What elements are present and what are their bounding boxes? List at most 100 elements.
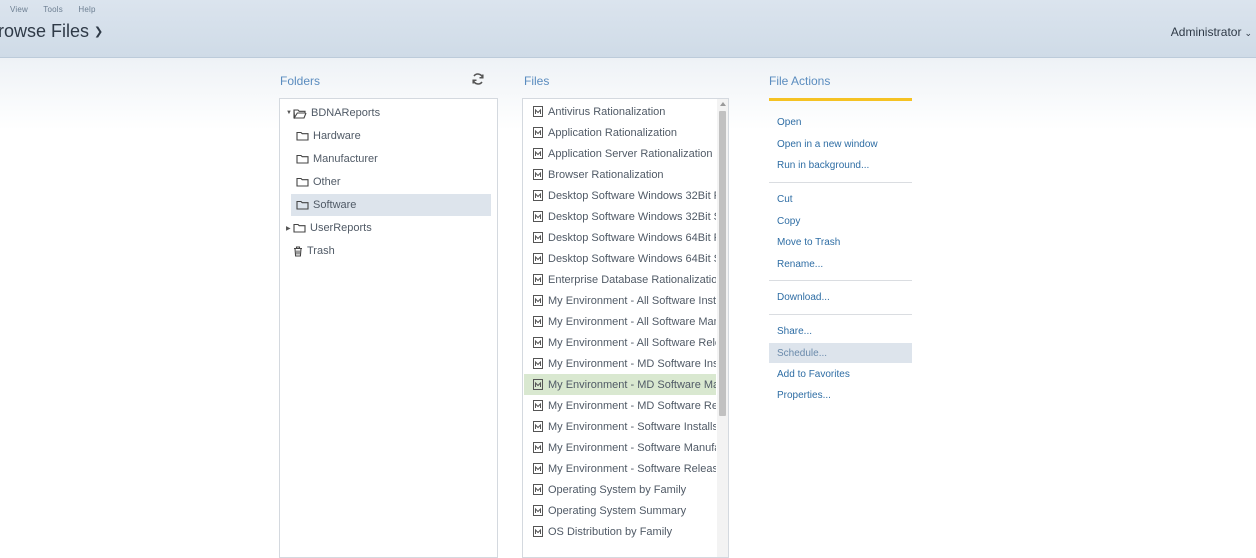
file-item[interactable]: Application Server Rationalization <box>524 143 716 164</box>
caret-right-icon[interactable]: ▶ <box>286 225 293 232</box>
divider <box>769 280 912 281</box>
page-title[interactable]: rowse Files ❯ <box>0 21 103 42</box>
file-item[interactable]: Desktop Software Windows 32Bit R <box>524 185 716 206</box>
chevron-down-icon: ❯ <box>94 26 104 38</box>
folder-open-icon <box>293 108 307 119</box>
menu-help[interactable]: Help <box>78 5 95 14</box>
file-item[interactable]: My Environment - All Software Relea <box>524 332 716 353</box>
file-actions-underline <box>769 98 912 101</box>
divider <box>769 182 912 183</box>
report-file-icon <box>533 211 543 222</box>
file-item[interactable]: Desktop Software Windows 32Bit St <box>524 206 716 227</box>
tree-item-software[interactable]: Software <box>291 194 491 216</box>
file-name: Desktop Software Windows 64Bit R <box>548 231 716 244</box>
trash-icon <box>294 245 302 257</box>
file-item[interactable]: My Environment - All Software Insta <box>524 290 716 311</box>
file-name: Operating System Summary <box>548 504 687 517</box>
action-share[interactable]: Share... <box>769 321 912 341</box>
action-open[interactable]: Open <box>769 112 912 132</box>
folder-icon <box>296 131 309 141</box>
action-open-new-window[interactable]: Open in a new window <box>769 134 912 154</box>
folder-icon <box>296 177 309 187</box>
chevron-down-icon: ⌄ <box>1244 28 1252 38</box>
user-name: Administrator <box>1170 25 1242 39</box>
file-item[interactable]: OS Distribution by Family <box>524 521 716 542</box>
file-name: Desktop Software Windows 32Bit R <box>548 189 716 202</box>
files-heading: Files <box>524 74 550 88</box>
file-name: Browser Rationalization <box>548 168 664 181</box>
caret-down-icon[interactable]: ▼ <box>286 110 293 116</box>
file-name: Antivirus Rationalization <box>548 105 666 118</box>
file-item[interactable]: My Environment - Software Manufa <box>524 437 716 458</box>
report-file-icon <box>533 526 543 537</box>
report-file-icon <box>533 463 543 474</box>
file-item[interactable]: Operating System by Family <box>524 479 716 500</box>
files-panel: Antivirus Rationalization Application Ra… <box>522 98 729 558</box>
file-name: Operating System by Family <box>548 483 687 496</box>
file-item[interactable]: My Environment - Software Release <box>524 458 716 479</box>
report-file-icon <box>533 169 543 180</box>
action-schedule[interactable]: Schedule... <box>769 343 912 363</box>
tree-item-label: Manufacturer <box>313 153 378 165</box>
tree-item-label: UserReports <box>310 222 372 234</box>
file-item[interactable]: My Environment - MD Software Rele <box>524 395 716 416</box>
file-name: My Environment - Software Manufa <box>548 441 716 454</box>
tree-item-trash[interactable]: Trash <box>293 240 491 262</box>
menu-view[interactable]: View <box>10 5 28 14</box>
file-item[interactable]: Browser Rationalization <box>524 164 716 185</box>
report-file-icon <box>533 379 543 390</box>
report-file-icon <box>533 274 543 285</box>
action-rename[interactable]: Rename... <box>769 254 912 274</box>
tree-item-label: Other <box>313 176 341 188</box>
scroll-up-icon[interactable] <box>720 102 726 106</box>
action-copy[interactable]: Copy <box>769 211 912 231</box>
folder-icon <box>296 200 309 210</box>
divider <box>769 314 912 315</box>
folder-icon <box>293 223 306 233</box>
report-file-icon <box>533 295 543 306</box>
tree-item-label: Hardware <box>313 130 361 142</box>
action-run-background[interactable]: Run in background... <box>769 155 912 175</box>
file-item-selected[interactable]: My Environment - MD Software Mar <box>524 374 716 395</box>
user-menu[interactable]: Administrator ⌄ <box>1171 25 1252 39</box>
action-properties[interactable]: Properties... <box>769 385 912 405</box>
file-item[interactable]: Desktop Software Windows 64Bit St <box>524 248 716 269</box>
tree-item-userreports[interactable]: ▶ UserReports <box>286 217 491 239</box>
top-bar: View Tools Help rowse Files ❯ Administrat… <box>0 0 1256 58</box>
file-item[interactable]: My Environment - All Software Manu <box>524 311 716 332</box>
file-item[interactable]: Operating System Summary <box>524 500 716 521</box>
tree-item-hardware[interactable]: Hardware <box>291 125 491 147</box>
files-scrollbar[interactable] <box>717 99 728 557</box>
report-file-icon <box>533 400 543 411</box>
menu-bar: View Tools Help <box>10 5 109 14</box>
action-move-to-trash[interactable]: Move to Trash <box>769 232 912 252</box>
file-item[interactable]: Application Rationalization <box>524 122 716 143</box>
file-name: Enterprise Database Rationalization <box>548 273 716 286</box>
action-download[interactable]: Download... <box>769 287 912 307</box>
folder-icon <box>296 154 309 164</box>
tree-item-other[interactable]: Other <box>291 171 491 193</box>
file-item[interactable]: Desktop Software Windows 64Bit R <box>524 227 716 248</box>
action-add-to-favorites[interactable]: Add to Favorites <box>769 364 912 384</box>
action-cut[interactable]: Cut <box>769 189 912 209</box>
file-name: My Environment - Software Installs <box>548 420 716 433</box>
file-item[interactable]: Enterprise Database Rationalization <box>524 269 716 290</box>
report-file-icon <box>533 421 543 432</box>
file-name: My Environment - All Software Insta <box>548 294 716 307</box>
refresh-icon[interactable] <box>471 72 485 86</box>
file-item[interactable]: My Environment - Software Installs <box>524 416 716 437</box>
tree-item-label: Software <box>313 199 357 211</box>
report-file-icon <box>533 253 543 264</box>
menu-tools[interactable]: Tools <box>43 5 63 14</box>
tree-item-manufacturer[interactable]: Manufacturer <box>291 148 491 170</box>
file-name: Desktop Software Windows 32Bit St <box>548 210 716 223</box>
file-item[interactable]: My Environment - MD Software Inst <box>524 353 716 374</box>
scrollbar-thumb[interactable] <box>719 111 726 416</box>
report-file-icon <box>533 337 543 348</box>
file-item[interactable]: Antivirus Rationalization <box>524 101 716 122</box>
folders-panel: ▼ BDNAReports Hardware Manufacturer Othe… <box>279 98 498 558</box>
report-file-icon <box>533 442 543 453</box>
tree-item-bdnareports[interactable]: ▼ BDNAReports <box>286 102 491 124</box>
report-file-icon <box>533 148 543 159</box>
report-file-icon <box>533 106 543 117</box>
